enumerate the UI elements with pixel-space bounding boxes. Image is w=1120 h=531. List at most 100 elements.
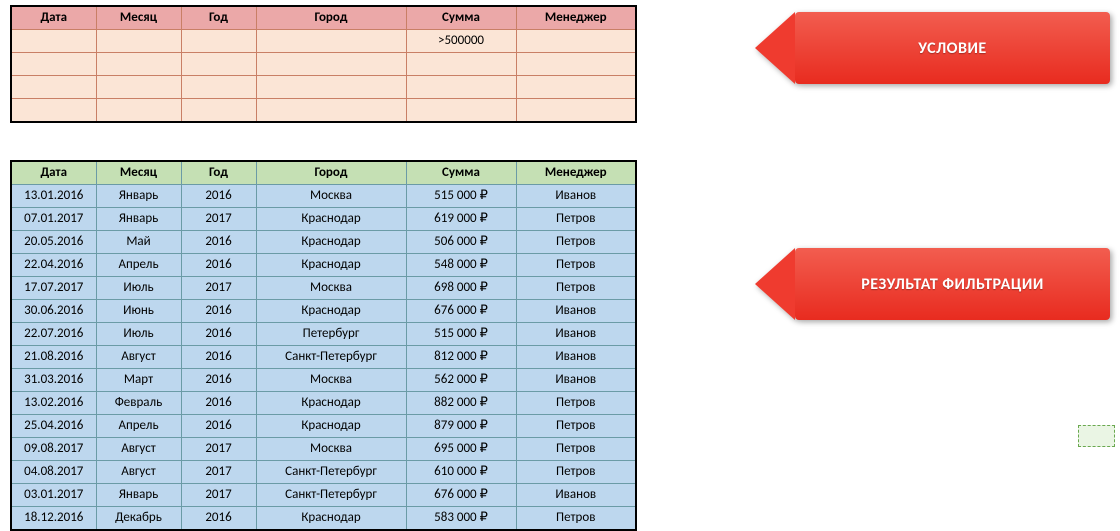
cell: Декабрь <box>96 507 181 531</box>
cell: 03.01.2017 <box>11 484 96 507</box>
cell: >500000 <box>406 30 516 53</box>
cell: 2017 <box>181 208 256 231</box>
cell: 2016 <box>181 369 256 392</box>
cell: 2016 <box>181 507 256 531</box>
header-city: Город <box>256 161 406 185</box>
cell: 17.07.2017 <box>11 277 96 300</box>
callout-result: РЕЗУЛЬТАТ ФИЛЬТРАЦИИ <box>755 248 1110 320</box>
cell: Январь <box>96 484 181 507</box>
cell: Иванов <box>516 185 636 208</box>
result-row: 22.07.2016Июль2016Петербург515 000 ₽Иван… <box>11 323 636 346</box>
cell <box>256 99 406 123</box>
header-date: Дата <box>11 6 96 30</box>
cell: Москва <box>256 438 406 461</box>
cell <box>96 99 181 123</box>
criteria-row <box>11 76 636 99</box>
cell: Петров <box>516 254 636 277</box>
cell: 610 000 ₽ <box>406 461 516 484</box>
cell <box>406 53 516 76</box>
cell: 2016 <box>181 346 256 369</box>
cell: 548 000 ₽ <box>406 254 516 277</box>
cell <box>11 99 96 123</box>
cell: Петров <box>516 507 636 531</box>
header-year: Год <box>181 6 256 30</box>
cell: 695 000 ₽ <box>406 438 516 461</box>
cell: Петров <box>516 277 636 300</box>
cell <box>181 30 256 53</box>
cell: Краснодар <box>256 392 406 415</box>
cell: Москва <box>256 277 406 300</box>
cell: Краснодар <box>256 231 406 254</box>
cell: 07.01.2017 <box>11 208 96 231</box>
criteria-table: Дата Месяц Год Город Сумма Менеджер >500… <box>10 5 637 123</box>
header-month: Месяц <box>96 161 181 185</box>
header-mgr: Менеджер <box>516 6 636 30</box>
cell: 09.08.2017 <box>11 438 96 461</box>
cell: 619 000 ₽ <box>406 208 516 231</box>
cell <box>516 99 636 123</box>
result-row: 13.02.2016Февраль2016Краснодар882 000 ₽П… <box>11 392 636 415</box>
cell: Апрель <box>96 415 181 438</box>
cell: Иванов <box>516 484 636 507</box>
cell: 879 000 ₽ <box>406 415 516 438</box>
cell <box>96 30 181 53</box>
cell: 30.06.2016 <box>11 300 96 323</box>
cell: Январь <box>96 185 181 208</box>
cell <box>11 30 96 53</box>
cell: Петербург <box>256 323 406 346</box>
criteria-row <box>11 53 636 76</box>
cell: 22.07.2016 <box>11 323 96 346</box>
result-row: 04.08.2017Август2017Санкт-Петербург610 0… <box>11 461 636 484</box>
cell: Краснодар <box>256 415 406 438</box>
arrow-left-icon <box>755 248 795 320</box>
cell: Краснодар <box>256 300 406 323</box>
cell: 506 000 ₽ <box>406 231 516 254</box>
cell: Иванов <box>516 369 636 392</box>
header-sum: Сумма <box>406 6 516 30</box>
cell: 2016 <box>181 392 256 415</box>
cell: Краснодар <box>256 507 406 531</box>
cell: 515 000 ₽ <box>406 185 516 208</box>
callout-condition: УСЛОВИЕ <box>755 12 1110 84</box>
cell: Краснодар <box>256 208 406 231</box>
cell <box>256 76 406 99</box>
result-row: 18.12.2016Декабрь2016Краснодар583 000 ₽П… <box>11 507 636 531</box>
cell: 2016 <box>181 185 256 208</box>
cell: Москва <box>256 369 406 392</box>
cell: Петров <box>516 415 636 438</box>
cell: Январь <box>96 208 181 231</box>
header-date: Дата <box>11 161 96 185</box>
callout-condition-label: УСЛОВИЕ <box>795 12 1110 84</box>
cell: 21.08.2016 <box>11 346 96 369</box>
cell: Петров <box>516 438 636 461</box>
cell <box>516 53 636 76</box>
cell <box>96 76 181 99</box>
cell: 31.03.2016 <box>11 369 96 392</box>
cell: 2016 <box>181 300 256 323</box>
cell: Июль <box>96 323 181 346</box>
cell <box>516 76 636 99</box>
arrow-left-icon <box>755 12 795 84</box>
cell: Август <box>96 346 181 369</box>
cell: 18.12.2016 <box>11 507 96 531</box>
cell: 2016 <box>181 254 256 277</box>
cell: 882 000 ₽ <box>406 392 516 415</box>
cell: 2017 <box>181 484 256 507</box>
cell: 2017 <box>181 438 256 461</box>
cell: Иванов <box>516 346 636 369</box>
result-row: 31.03.2016Март2016Москва562 000 ₽Иванов <box>11 369 636 392</box>
cell: 583 000 ₽ <box>406 507 516 531</box>
cell: 2017 <box>181 277 256 300</box>
cell: 13.02.2016 <box>11 392 96 415</box>
cell <box>406 76 516 99</box>
cell: Иванов <box>516 323 636 346</box>
header-mgr: Менеджер <box>516 161 636 185</box>
cell <box>11 53 96 76</box>
result-row: 20.05.2016Май2016Краснодар506 000 ₽Петро… <box>11 231 636 254</box>
cell <box>256 53 406 76</box>
result-row: 22.04.2016Апрель2016Краснодар548 000 ₽Пе… <box>11 254 636 277</box>
cell: Март <box>96 369 181 392</box>
cell: Май <box>96 231 181 254</box>
result-row: 30.06.2016Июнь2016Краснодар676 000 ₽Иван… <box>11 300 636 323</box>
cell <box>96 53 181 76</box>
